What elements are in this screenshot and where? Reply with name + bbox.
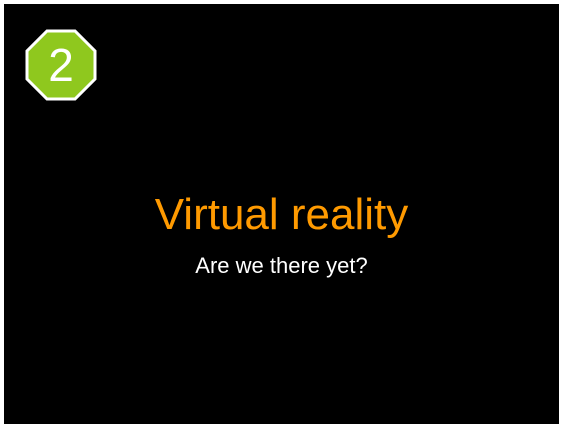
slide-title: Virtual reality — [154, 190, 409, 239]
presentation-slide: 2 Virtual reality Are we there yet? — [4, 4, 559, 424]
slide-frame: 2 Virtual reality Are we there yet? — [0, 0, 563, 428]
slide-number-badge: 2 — [25, 29, 97, 101]
slide-number: 2 — [48, 39, 74, 91]
slide-subtitle: Are we there yet? — [195, 253, 368, 278]
